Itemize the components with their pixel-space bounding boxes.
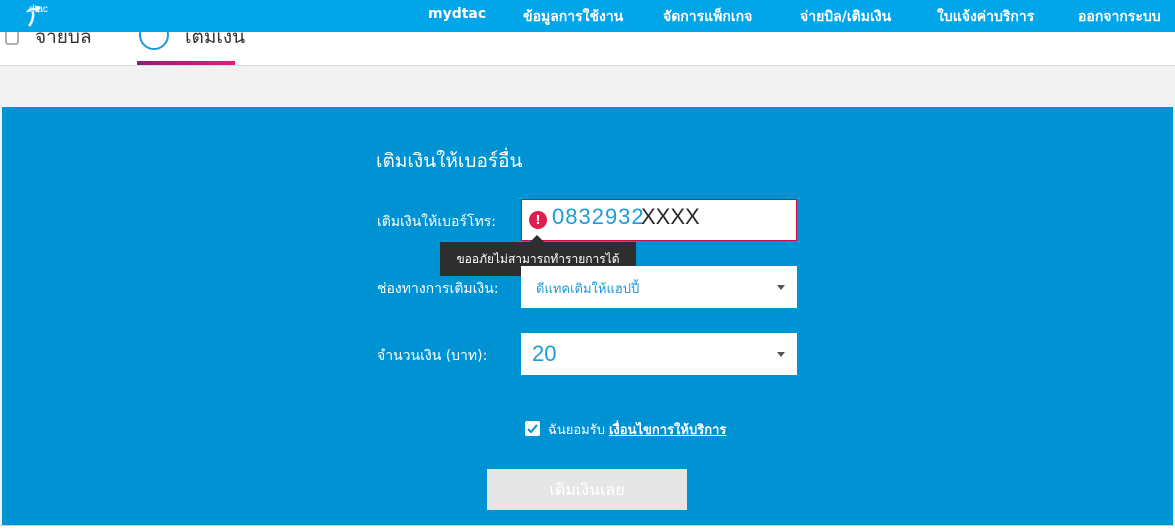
top-nav-bar: dtac mydtac ข้อมูลการใช้งาน จัดการแพ็กเก… <box>0 0 1175 36</box>
phone-mask: XXXX <box>641 204 700 229</box>
amount-select[interactable]: 20 <box>521 333 797 375</box>
nav-item-invoice[interactable]: ใบแจ้งค่าบริการ <box>937 6 1034 28</box>
check-icon <box>527 424 538 434</box>
form-title: เติมเงินให้เบอร์อื่น <box>376 150 523 172</box>
sub-tab-strip: จ่ายบิล เติมเงิน <box>0 32 1175 66</box>
channel-label: ช่องทางการเติมเงิน: <box>377 281 499 297</box>
nav-item-package[interactable]: จัดการแพ็กเกจ <box>663 6 752 28</box>
active-tab-underline <box>137 61 235 65</box>
nav-item-usage[interactable]: ข้อมูลการใช้งาน <box>523 6 623 28</box>
topup-panel <box>2 107 1173 527</box>
phone-value[interactable]: 0832932 <box>552 204 645 230</box>
bottom-strip <box>0 525 1175 530</box>
amount-value: 20 <box>532 341 557 366</box>
channel-select[interactable]: ดีแทคเติมให้แฮปปี้ <box>521 266 797 308</box>
tab-topup[interactable]: เติมเงิน <box>185 32 245 52</box>
terms-link[interactable]: เงื่อนไขการให้บริการ <box>609 423 726 438</box>
topup-icon <box>139 32 169 50</box>
phone-label: เติมเงินให้เบอร์โทร: <box>377 214 496 230</box>
amount-label: จำนวนเงิน (บาท): <box>377 348 488 364</box>
nav-item-pay-topup[interactable]: จ่ายบิล/เติมเงิน <box>789 6 902 36</box>
tab-pay-bill[interactable]: จ่ายบิล <box>35 32 92 52</box>
chevron-down-icon <box>777 285 785 290</box>
agree-label: ฉันยอมรับ <box>548 423 605 438</box>
logo-text: dtac <box>29 4 48 15</box>
agree-checkbox[interactable] <box>525 421 540 436</box>
chevron-down-icon <box>777 352 785 357</box>
bill-icon <box>5 32 19 45</box>
error-icon: ! <box>529 211 547 229</box>
nav-item-mydtac[interactable]: mydtac <box>428 6 486 22</box>
nav-item-logout[interactable]: ออกจากระบบ <box>1078 6 1161 28</box>
topup-submit-button[interactable]: เติมเงินเลย <box>487 469 687 510</box>
channel-value: ดีแทคเติมให้แฮปปี้ <box>536 282 640 297</box>
agree-text: ฉันยอมรับ เงื่อนไขการให้บริการ <box>548 419 726 440</box>
